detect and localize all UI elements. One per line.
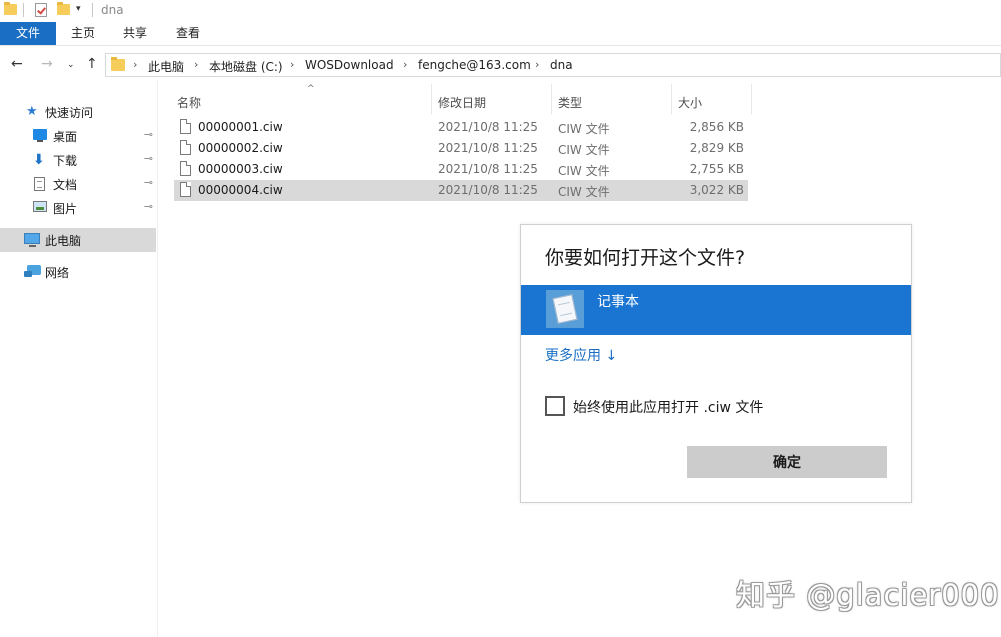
breadcrumb-dna[interactable]: dna bbox=[550, 58, 573, 72]
sidebar-item-documents[interactable]: 文档 ⊸ bbox=[0, 172, 156, 196]
breadcrumb-this-pc[interactable]: 此电脑 bbox=[148, 58, 184, 75]
folder-icon bbox=[4, 2, 17, 15]
app-option-notepad[interactable]: 记事本 bbox=[521, 285, 911, 335]
file-name: 00000001.ciw bbox=[198, 120, 283, 134]
sidebar-item-downloads[interactable]: ⬇ 下载 ⊸ bbox=[0, 148, 156, 172]
file-name: 00000003.ciw bbox=[198, 162, 283, 176]
always-use-label[interactable]: 始终使用此应用打开 .ciw 文件 bbox=[573, 397, 763, 417]
tab-home[interactable]: 主页 bbox=[64, 22, 102, 45]
recent-locations-icon[interactable]: ⌄ bbox=[67, 60, 75, 70]
sort-ascending-icon: ^ bbox=[307, 84, 315, 94]
ok-button[interactable]: 确定 bbox=[687, 446, 887, 478]
new-folder-icon[interactable] bbox=[57, 2, 70, 15]
desktop-icon bbox=[33, 129, 47, 142]
properties-icon[interactable] bbox=[35, 3, 47, 17]
more-apps-link[interactable]: 更多应用 ↓ bbox=[545, 345, 617, 365]
column-label: 大小 bbox=[678, 96, 703, 110]
file-icon bbox=[180, 182, 191, 197]
file-size: 3,022 KB bbox=[689, 183, 744, 197]
file-icon bbox=[180, 119, 191, 134]
sidebar-item-label: 此电脑 bbox=[45, 234, 82, 248]
file-size: 2,829 KB bbox=[689, 141, 744, 155]
dialog-title: 你要如何打开这个文件? bbox=[545, 247, 746, 269]
sidebar-item-label: 图片 bbox=[53, 202, 78, 216]
pin-icon[interactable]: ⊸ bbox=[144, 176, 153, 189]
separator bbox=[23, 3, 24, 17]
ribbon-tabs: 文件 主页 共享 查看 bbox=[0, 22, 1001, 46]
chevron-right-icon[interactable]: › bbox=[290, 58, 294, 71]
file-type: CIW 文件 bbox=[558, 185, 610, 199]
file-date: 2021/10/8 11:25 bbox=[438, 120, 538, 134]
up-arrow-icon[interactable]: ↑ bbox=[86, 56, 98, 72]
tab-share[interactable]: 共享 bbox=[116, 22, 154, 45]
notepad-icon bbox=[546, 290, 584, 328]
address-bar[interactable]: › 此电脑 › 本地磁盘 (C:) › WOSDownload › fengch… bbox=[105, 53, 1001, 77]
navigation-pane: ★ 快速访问 桌面 ⊸ ⬇ 下载 ⊸ 文档 ⊸ 图片 ⊸ 此电脑 网络 bbox=[0, 80, 158, 637]
pin-icon[interactable]: ⊸ bbox=[144, 128, 153, 141]
sidebar-item-network[interactable]: 网络 bbox=[0, 260, 156, 284]
computer-icon bbox=[24, 233, 40, 247]
file-row[interactable]: 00000001.ciw 2021/10/8 11:25 CIW 文件 2,85… bbox=[174, 117, 748, 138]
file-icon bbox=[180, 140, 191, 155]
sidebar-item-pictures[interactable]: 图片 ⊸ bbox=[0, 196, 156, 220]
sidebar-item-label: 网络 bbox=[45, 266, 70, 280]
sidebar-item-label: 下载 bbox=[53, 154, 78, 168]
sidebar-item-this-pc[interactable]: 此电脑 bbox=[0, 228, 156, 252]
folder-icon bbox=[111, 57, 125, 71]
file-date: 2021/10/8 11:25 bbox=[438, 141, 538, 155]
app-name: 记事本 bbox=[597, 294, 639, 310]
file-name: 00000002.ciw bbox=[198, 141, 283, 155]
star-icon: ★ bbox=[26, 104, 38, 119]
column-label: 类型 bbox=[558, 96, 583, 110]
sidebar-item-label: 桌面 bbox=[53, 130, 78, 144]
chevron-right-icon[interactable]: › bbox=[535, 58, 539, 71]
column-header-date[interactable]: 修改日期 bbox=[432, 84, 552, 114]
file-date: 2021/10/8 11:25 bbox=[438, 162, 538, 176]
breadcrumb-local-disk[interactable]: 本地磁盘 (C:) bbox=[209, 58, 283, 75]
sidebar-item-desktop[interactable]: 桌面 ⊸ bbox=[0, 124, 156, 148]
download-icon: ⬇ bbox=[33, 152, 45, 168]
file-name: 00000004.ciw bbox=[198, 183, 283, 197]
forward-arrow-icon[interactable]: → bbox=[41, 56, 53, 72]
file-row[interactable]: 00000003.ciw 2021/10/8 11:25 CIW 文件 2,75… bbox=[174, 159, 748, 180]
file-type: CIW 文件 bbox=[558, 164, 610, 178]
sidebar-item-quick-access[interactable]: ★ 快速访问 bbox=[0, 100, 156, 124]
file-size: 2,755 KB bbox=[689, 162, 744, 176]
file-date: 2021/10/8 11:25 bbox=[438, 183, 538, 197]
file-type: CIW 文件 bbox=[558, 122, 610, 136]
pictures-icon bbox=[33, 201, 47, 212]
breadcrumb-account[interactable]: fengche@163.com bbox=[418, 58, 531, 72]
pin-icon[interactable]: ⊸ bbox=[144, 200, 153, 213]
column-header-size[interactable]: 大小 bbox=[672, 84, 752, 114]
chevron-right-icon[interactable]: › bbox=[194, 58, 198, 71]
separator bbox=[92, 3, 93, 17]
file-row-selected[interactable]: 00000004.ciw 2021/10/8 11:25 CIW 文件 3,02… bbox=[174, 180, 748, 201]
column-header-name[interactable]: ^ 名称 bbox=[171, 84, 432, 114]
sidebar-item-label: 文档 bbox=[53, 178, 78, 192]
window-title: dna bbox=[101, 3, 124, 17]
documents-icon bbox=[34, 177, 45, 191]
file-size: 2,856 KB bbox=[689, 120, 744, 134]
chevron-right-icon[interactable]: › bbox=[133, 58, 137, 71]
file-type: CIW 文件 bbox=[558, 143, 610, 157]
column-label: 名称 bbox=[177, 96, 202, 110]
back-arrow-icon[interactable]: ← bbox=[11, 56, 23, 72]
column-label: 修改日期 bbox=[438, 96, 487, 110]
chevron-right-icon[interactable]: › bbox=[403, 58, 407, 71]
sidebar-item-label: 快速访问 bbox=[45, 106, 94, 120]
title-bar: ▾ dna bbox=[0, 0, 1001, 22]
column-header-type[interactable]: 类型 bbox=[552, 84, 672, 114]
tab-file[interactable]: 文件 bbox=[0, 22, 56, 45]
pin-icon[interactable]: ⊸ bbox=[144, 152, 153, 165]
tab-view[interactable]: 查看 bbox=[169, 22, 207, 45]
navigation-bar: ← → ⌄ ↑ › 此电脑 › 本地磁盘 (C:) › WOSDownload … bbox=[0, 50, 1001, 80]
watermark: 知乎 @glacier000 bbox=[736, 578, 1000, 612]
breadcrumb-wosdownload[interactable]: WOSDownload bbox=[305, 58, 394, 72]
network-icon bbox=[24, 265, 41, 277]
file-icon bbox=[180, 161, 191, 176]
open-with-dialog: 你要如何打开这个文件? 记事本 更多应用 ↓ 始终使用此应用打开 .ciw 文件… bbox=[520, 224, 912, 503]
file-row[interactable]: 00000002.ciw 2021/10/8 11:25 CIW 文件 2,82… bbox=[174, 138, 748, 159]
always-use-checkbox[interactable] bbox=[545, 396, 565, 416]
chevron-down-icon[interactable]: ▾ bbox=[76, 4, 81, 14]
